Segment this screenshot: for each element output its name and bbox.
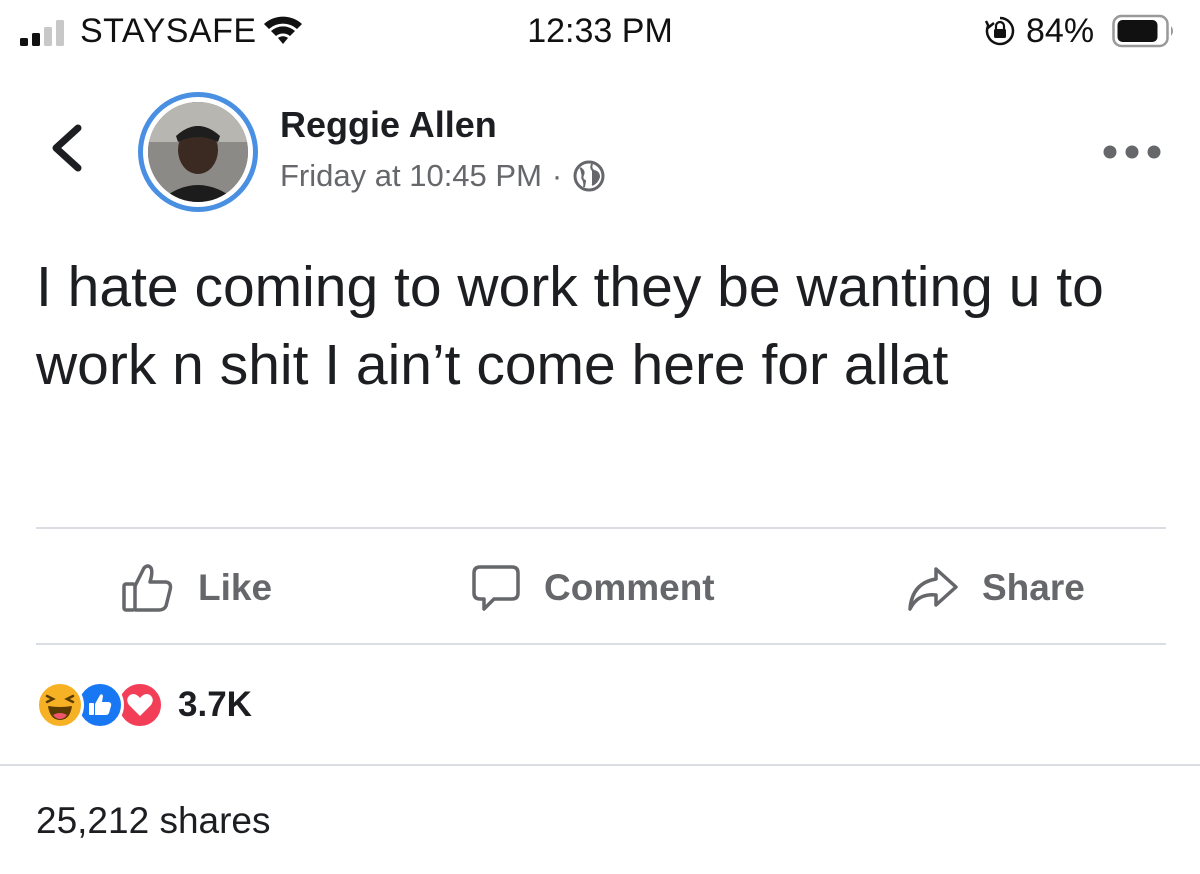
like-button[interactable]: Like bbox=[120, 558, 272, 618]
author-name[interactable]: Reggie Allen bbox=[280, 104, 497, 146]
status-bar: STAYSAFE 12:33 PM 84% bbox=[0, 0, 1200, 62]
divider bbox=[36, 643, 1166, 645]
divider bbox=[0, 764, 1200, 766]
share-label: Share bbox=[982, 567, 1085, 608]
back-chevron-icon[interactable] bbox=[44, 120, 88, 176]
profile-photo bbox=[148, 102, 248, 202]
post-meta: Friday at 10:45 PM · bbox=[280, 158, 606, 194]
share-arrow-icon bbox=[908, 567, 958, 611]
profile-photo-image bbox=[148, 102, 248, 202]
divider bbox=[36, 527, 1166, 529]
haha-reaction-icon bbox=[36, 681, 84, 729]
reaction-summary[interactable]: 3.7K bbox=[36, 680, 252, 730]
meta-separator: · bbox=[551, 158, 563, 193]
comment-label: Comment bbox=[544, 567, 715, 608]
avatar[interactable] bbox=[138, 92, 258, 212]
post-text: I hate coming to work they be wanting u … bbox=[36, 255, 1104, 397]
comment-bubble-icon bbox=[472, 565, 520, 611]
status-time: 12:33 PM bbox=[527, 12, 673, 50]
more-options-icon[interactable] bbox=[1100, 142, 1164, 162]
globe-icon bbox=[573, 160, 605, 192]
comment-button[interactable]: Comment bbox=[470, 558, 715, 618]
reaction-count: 3.7K bbox=[178, 685, 252, 724]
rotation-lock-icon bbox=[984, 16, 1015, 46]
battery-icon bbox=[1112, 14, 1173, 48]
like-label: Like bbox=[198, 567, 273, 608]
share-button[interactable]: Share bbox=[906, 558, 1085, 618]
share-count[interactable]: 25,212 shares bbox=[36, 800, 271, 842]
thumbs-up-icon bbox=[122, 564, 173, 612]
post-timestamp[interactable]: Friday at 10:45 PM bbox=[280, 158, 542, 194]
battery-percent: 84% bbox=[1026, 12, 1095, 50]
